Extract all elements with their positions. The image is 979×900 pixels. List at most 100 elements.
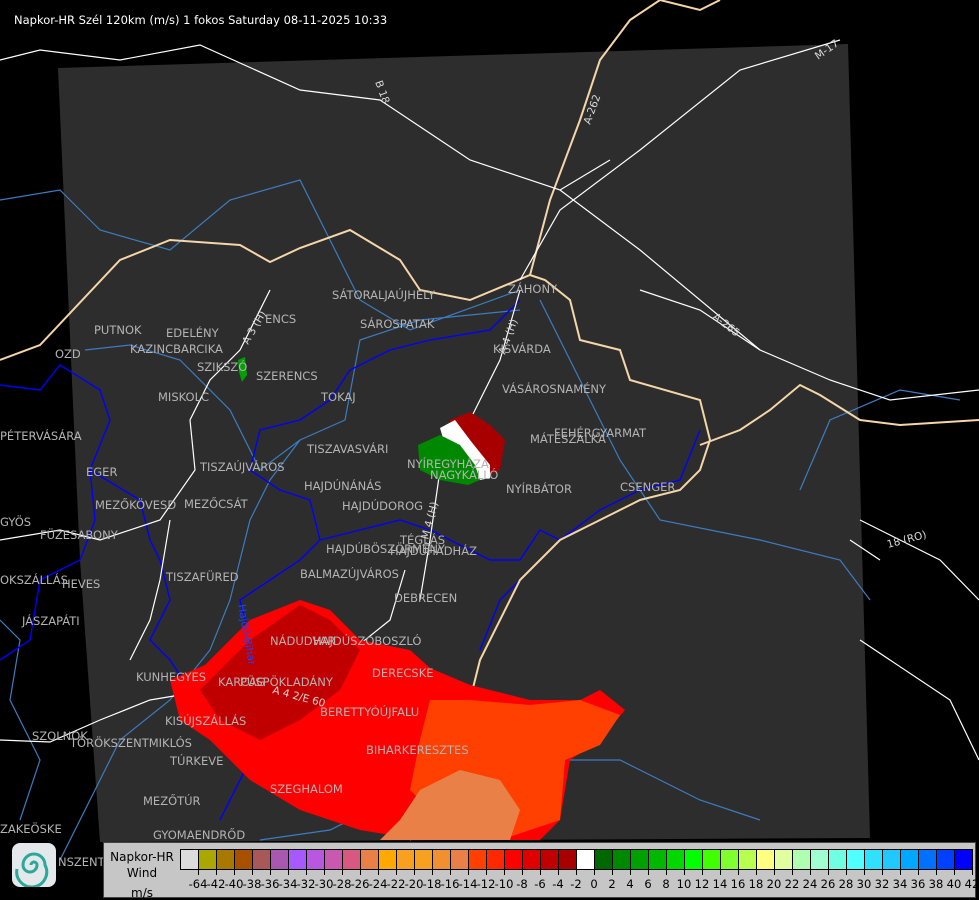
legend-tick <box>864 869 865 875</box>
legend-tick <box>468 869 469 875</box>
city-label: CSENGER <box>620 480 675 494</box>
legend-swatch <box>379 850 397 869</box>
legend-tick <box>828 869 829 875</box>
legend-tick-label: 0 <box>590 877 598 891</box>
legend-tick-label: 14 <box>712 877 728 891</box>
legend-tick-label: 42 <box>964 877 979 891</box>
city-label: KISÚJSZÁLLÁS <box>165 713 246 728</box>
legend-swatch <box>631 850 649 869</box>
legend-tick-label: -40 <box>224 877 244 891</box>
legend-tick-label: -22 <box>386 877 406 891</box>
legend-tick <box>738 869 739 875</box>
legend-swatch <box>307 850 325 869</box>
legend-tick <box>954 869 955 875</box>
legend-swatch <box>559 850 577 869</box>
legend-tick-label: -16 <box>440 877 460 891</box>
legend-tick <box>360 869 361 875</box>
legend-tick <box>450 869 451 875</box>
legend-swatch <box>577 850 595 869</box>
city-label: EDELÉNY <box>166 325 220 340</box>
legend-tick-label: 2 <box>608 877 616 891</box>
legend-swatch <box>955 850 972 869</box>
legend-tick <box>270 869 271 875</box>
legend-swatch <box>469 850 487 869</box>
city-label: KUNHEGYES <box>136 670 206 684</box>
city-label: MÁTÉSZALKA <box>530 431 606 446</box>
legend-swatch <box>361 850 379 869</box>
legend-swatch <box>649 850 667 869</box>
legend-swatch <box>451 850 469 869</box>
city-label: PÉTERVÁSÁRA <box>0 428 82 443</box>
legend-tick <box>324 869 325 875</box>
legend-tick <box>666 869 667 875</box>
legend-swatch <box>865 850 883 869</box>
legend-tick-label: -18 <box>422 877 442 891</box>
legend-tick <box>252 869 253 875</box>
legend-tick-label: -28 <box>332 877 352 891</box>
legend-swatch <box>397 850 415 869</box>
legend-tick <box>198 869 199 875</box>
city-label: PUTNOK <box>94 323 142 337</box>
city-label: HAJDÚSZOBOSZLÓ <box>313 633 421 648</box>
city-label: MEZŐCSÁT <box>184 496 249 511</box>
legend-tick-label: -20 <box>404 877 424 891</box>
legend-swatch <box>595 850 613 869</box>
legend-tick-label: 8 <box>662 877 670 891</box>
legend-swatch <box>199 850 217 869</box>
legend-swatch <box>703 850 721 869</box>
city-label: SÁROSPATAK <box>360 316 435 331</box>
city-label: BERETTYÓÚJFALU <box>320 704 419 719</box>
city-label: VÁSÁROSNAMÉNY <box>502 381 607 396</box>
city-label: FÜZESABONY <box>40 526 119 542</box>
legend-tick <box>612 869 613 875</box>
city-label: HEVES <box>62 577 100 591</box>
legend-tick <box>432 869 433 875</box>
legend-tick-label: 10 <box>676 877 692 891</box>
legend-tick-label: 6 <box>644 877 652 891</box>
legend-swatch <box>811 850 829 869</box>
map-canvas[interactable]: SÁTORALJAÚJHELY ZÁHONY SÁROSPATAK ENCS PUTNO… <box>0 0 979 900</box>
legend-tick-label: -8 <box>516 877 528 891</box>
legend-tick <box>918 869 919 875</box>
legend-quantity: Wind <box>126 866 158 880</box>
legend-tick <box>702 869 703 875</box>
legend-tick <box>756 869 757 875</box>
legend-tick-label: -4 <box>552 877 564 891</box>
city-label: MEZŐTÚR <box>143 793 201 808</box>
legend-tick <box>540 869 541 875</box>
legend-tick <box>684 869 685 875</box>
legend-tick-label: 34 <box>892 877 908 891</box>
legend-tick <box>378 869 379 875</box>
legend-tick <box>720 869 721 875</box>
legend-swatch <box>487 850 505 869</box>
legend-tick-label: -64 <box>188 877 208 891</box>
legend-tick <box>936 869 937 875</box>
city-label: NAGYKÁLLÓ <box>430 467 498 482</box>
city-label: HAJDÚDOROG <box>342 498 423 513</box>
legend-tick <box>486 869 487 875</box>
legend-swatch <box>613 850 631 869</box>
legend-tick <box>810 869 811 875</box>
legend-tick-label: 16 <box>730 877 746 891</box>
map-title: Napkor-HR Szél 120km (m/s) 1 fokos Satur… <box>14 13 388 27</box>
city-label: TISZAFÜRED <box>165 568 239 584</box>
legend-tick <box>882 869 883 875</box>
legend-tick-label: -26 <box>350 877 370 891</box>
legend-swatch <box>937 850 955 869</box>
legend-tick <box>288 869 289 875</box>
legend-swatch <box>757 850 775 869</box>
spiral-logo-icon <box>12 843 56 889</box>
legend-tick-label: -6 <box>534 877 546 891</box>
legend-tick-label: -2 <box>570 877 582 891</box>
legend-tick <box>774 869 775 875</box>
legend-swatch <box>667 850 685 869</box>
city-label: SÁTORALJAÚJHELY <box>332 287 436 302</box>
legend-tick-label: -38 <box>242 877 262 891</box>
legend-tick-label: 28 <box>838 877 854 891</box>
legend-swatch <box>847 850 865 869</box>
legend-swatches <box>180 849 973 870</box>
legend-tick-label: 36 <box>910 877 926 891</box>
legend-tick-label: -30 <box>314 877 334 891</box>
legend-tick <box>558 869 559 875</box>
city-label: DERECSKE <box>372 666 434 680</box>
